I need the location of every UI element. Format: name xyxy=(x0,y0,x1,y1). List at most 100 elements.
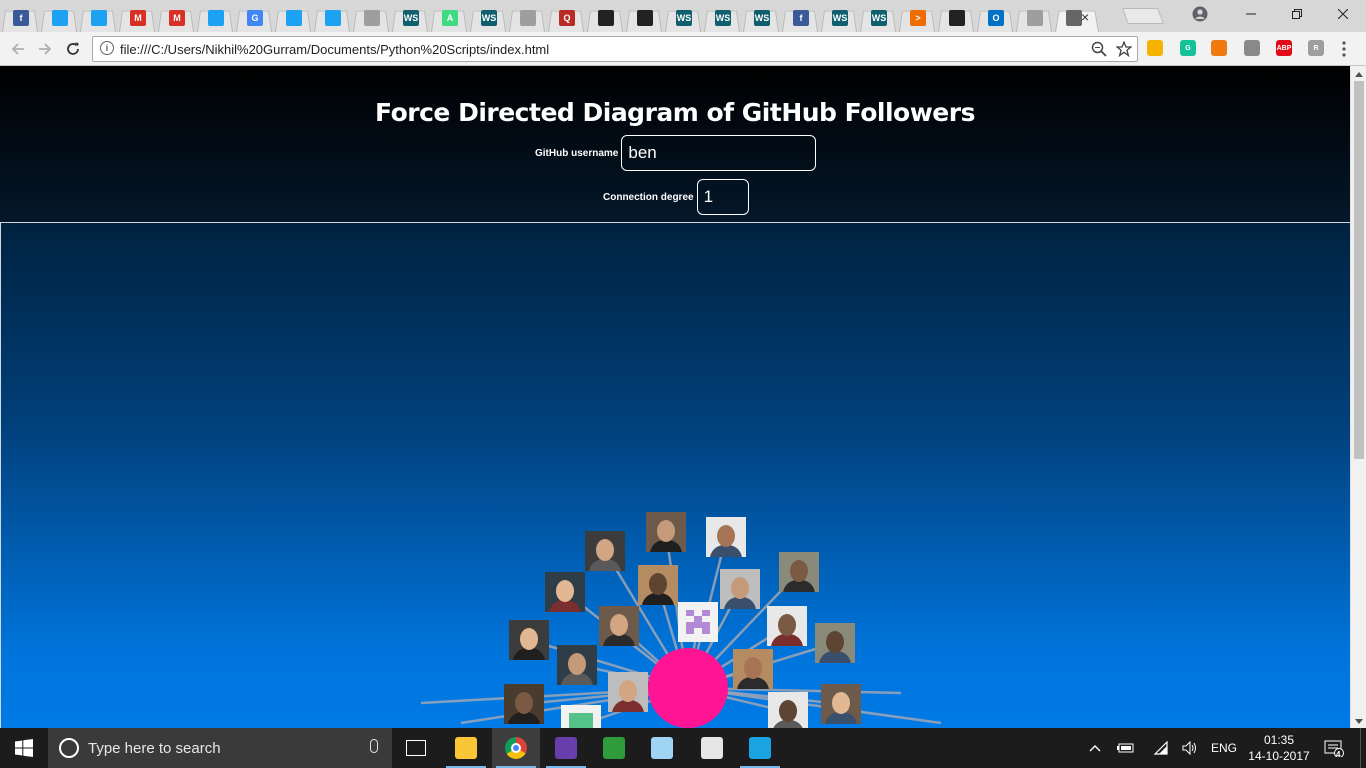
taskbar-app[interactable] xyxy=(542,728,590,768)
browser-tab[interactable]: WS xyxy=(741,3,781,32)
browser-tab[interactable] xyxy=(195,3,235,32)
follower-avatar[interactable] xyxy=(720,569,760,609)
degree-input[interactable] xyxy=(696,179,749,215)
center-user-node[interactable] xyxy=(648,648,728,728)
battery-button[interactable] xyxy=(1116,728,1136,768)
follower-avatar[interactable] xyxy=(768,692,808,728)
browser-tab[interactable] xyxy=(585,3,625,32)
browser-tab[interactable]: f xyxy=(0,3,40,32)
language-indicator[interactable]: ENG xyxy=(1208,728,1240,768)
follower-avatar[interactable] xyxy=(557,645,597,685)
follower-avatar[interactable] xyxy=(509,620,549,660)
scroll-up-arrow[interactable] xyxy=(1355,72,1363,77)
taskbar-app[interactable] xyxy=(688,728,736,768)
grammarly-icon[interactable]: G xyxy=(1180,40,1196,56)
avatar-face xyxy=(515,692,533,714)
chrome-icon xyxy=(505,737,527,759)
follower-avatar[interactable] xyxy=(545,572,585,612)
follower-avatar[interactable] xyxy=(638,565,678,605)
taskbar-search[interactable]: Type here to search xyxy=(48,728,392,768)
browser-tab[interactable]: M xyxy=(117,3,157,32)
taskbar-app[interactable] xyxy=(492,728,540,768)
taskbar-app[interactable] xyxy=(590,728,638,768)
browser-tab[interactable]: WS xyxy=(702,3,742,32)
action-center-button[interactable]: 4 xyxy=(1322,728,1346,768)
readability-icon[interactable]: R xyxy=(1308,40,1324,56)
follower-avatar[interactable] xyxy=(767,606,807,646)
scroll-down-arrow[interactable] xyxy=(1355,719,1363,724)
browser-tab[interactable] xyxy=(624,3,664,32)
follower-avatar[interactable] xyxy=(821,684,861,724)
follower-avatar[interactable] xyxy=(706,517,746,557)
browser-tab[interactable]: WS xyxy=(390,3,430,32)
browser-tab[interactable]: f xyxy=(780,3,820,32)
wifi-button[interactable] xyxy=(1151,728,1171,768)
github-icon xyxy=(598,10,614,26)
chrome-menu-button[interactable] xyxy=(1342,41,1346,57)
follower-avatar[interactable] xyxy=(561,705,601,728)
zoom-icon[interactable] xyxy=(1091,41,1107,57)
follower-avatar[interactable] xyxy=(599,606,639,646)
show-hidden-icons-button[interactable] xyxy=(1086,728,1104,768)
close-tab-icon[interactable]: × xyxy=(1081,9,1089,25)
follower-avatar[interactable] xyxy=(646,512,686,552)
graph-canvas[interactable] xyxy=(0,222,1350,728)
browser-tab[interactable]: WS xyxy=(819,3,859,32)
browser-tab[interactable]: WS xyxy=(663,3,703,32)
browser-tab[interactable] xyxy=(78,3,118,32)
browser-tab[interactable]: WS xyxy=(468,3,508,32)
browser-tab[interactable] xyxy=(39,3,79,32)
browser-tab[interactable] xyxy=(351,3,391,32)
avatar-face xyxy=(778,614,796,636)
bookmark-star-icon[interactable] xyxy=(1116,41,1132,57)
follower-avatar[interactable] xyxy=(815,623,855,663)
follower-avatar[interactable] xyxy=(733,649,773,689)
browser-tab[interactable] xyxy=(507,3,547,32)
browser-tab[interactable]: M xyxy=(156,3,196,32)
browser-tab[interactable]: Q xyxy=(546,3,586,32)
forward-button[interactable] xyxy=(34,38,56,60)
back-button[interactable] xyxy=(7,38,29,60)
browser-tab[interactable] xyxy=(936,3,976,32)
site-info-icon[interactable]: i xyxy=(100,41,114,55)
start-button[interactable] xyxy=(0,728,48,768)
follower-avatar[interactable] xyxy=(779,552,819,592)
address-bar[interactable]: i file:///C:/Users/Nikhil%20Gurram/Docum… xyxy=(92,36,1138,62)
browser-tab[interactable] xyxy=(312,3,352,32)
browser-tab[interactable]: WS xyxy=(858,3,898,32)
close-window-button[interactable] xyxy=(1320,0,1366,28)
extension-puzzle-icon[interactable] xyxy=(1244,40,1260,56)
taskbar-app[interactable] xyxy=(392,728,440,768)
avatar-face xyxy=(779,700,797,722)
username-input[interactable] xyxy=(621,135,817,171)
new-tab-button[interactable] xyxy=(1122,8,1164,24)
taskbar-app[interactable] xyxy=(442,728,490,768)
browser-tab[interactable]: > xyxy=(897,3,937,32)
follower-avatar[interactable] xyxy=(608,672,648,712)
browser-tab[interactable] xyxy=(273,3,313,32)
follower-avatar[interactable] xyxy=(504,684,544,724)
keep-icon[interactable] xyxy=(1147,40,1163,56)
browser-tab[interactable]: A xyxy=(429,3,469,32)
follower-avatar[interactable] xyxy=(585,531,625,571)
minimize-button[interactable] xyxy=(1228,0,1274,28)
browser-tab[interactable]: G xyxy=(234,3,274,32)
reload-button[interactable] xyxy=(62,38,84,60)
volume-button[interactable] xyxy=(1180,728,1200,768)
follower-avatar[interactable] xyxy=(678,602,718,642)
adblock-plus-icon[interactable]: ABP xyxy=(1276,40,1292,56)
scroll-thumb[interactable] xyxy=(1354,81,1364,459)
browser-tab[interactable]: O xyxy=(975,3,1015,32)
taskbar-app[interactable] xyxy=(638,728,686,768)
honey-icon[interactable] xyxy=(1211,40,1227,56)
taskbar-app[interactable] xyxy=(736,728,784,768)
profile-icon[interactable] xyxy=(1192,6,1208,22)
show-desktop-button[interactable] xyxy=(1360,728,1366,768)
page-scrollbar[interactable] xyxy=(1350,66,1366,728)
browser-tab[interactable] xyxy=(1014,3,1054,32)
browser-tab[interactable]: × xyxy=(1053,3,1101,32)
clock[interactable]: 01:35 14-10-2017 xyxy=(1246,732,1312,764)
restore-button[interactable] xyxy=(1274,0,1320,28)
microphone-icon[interactable] xyxy=(370,739,378,753)
username-label: GitHub username xyxy=(535,147,619,159)
